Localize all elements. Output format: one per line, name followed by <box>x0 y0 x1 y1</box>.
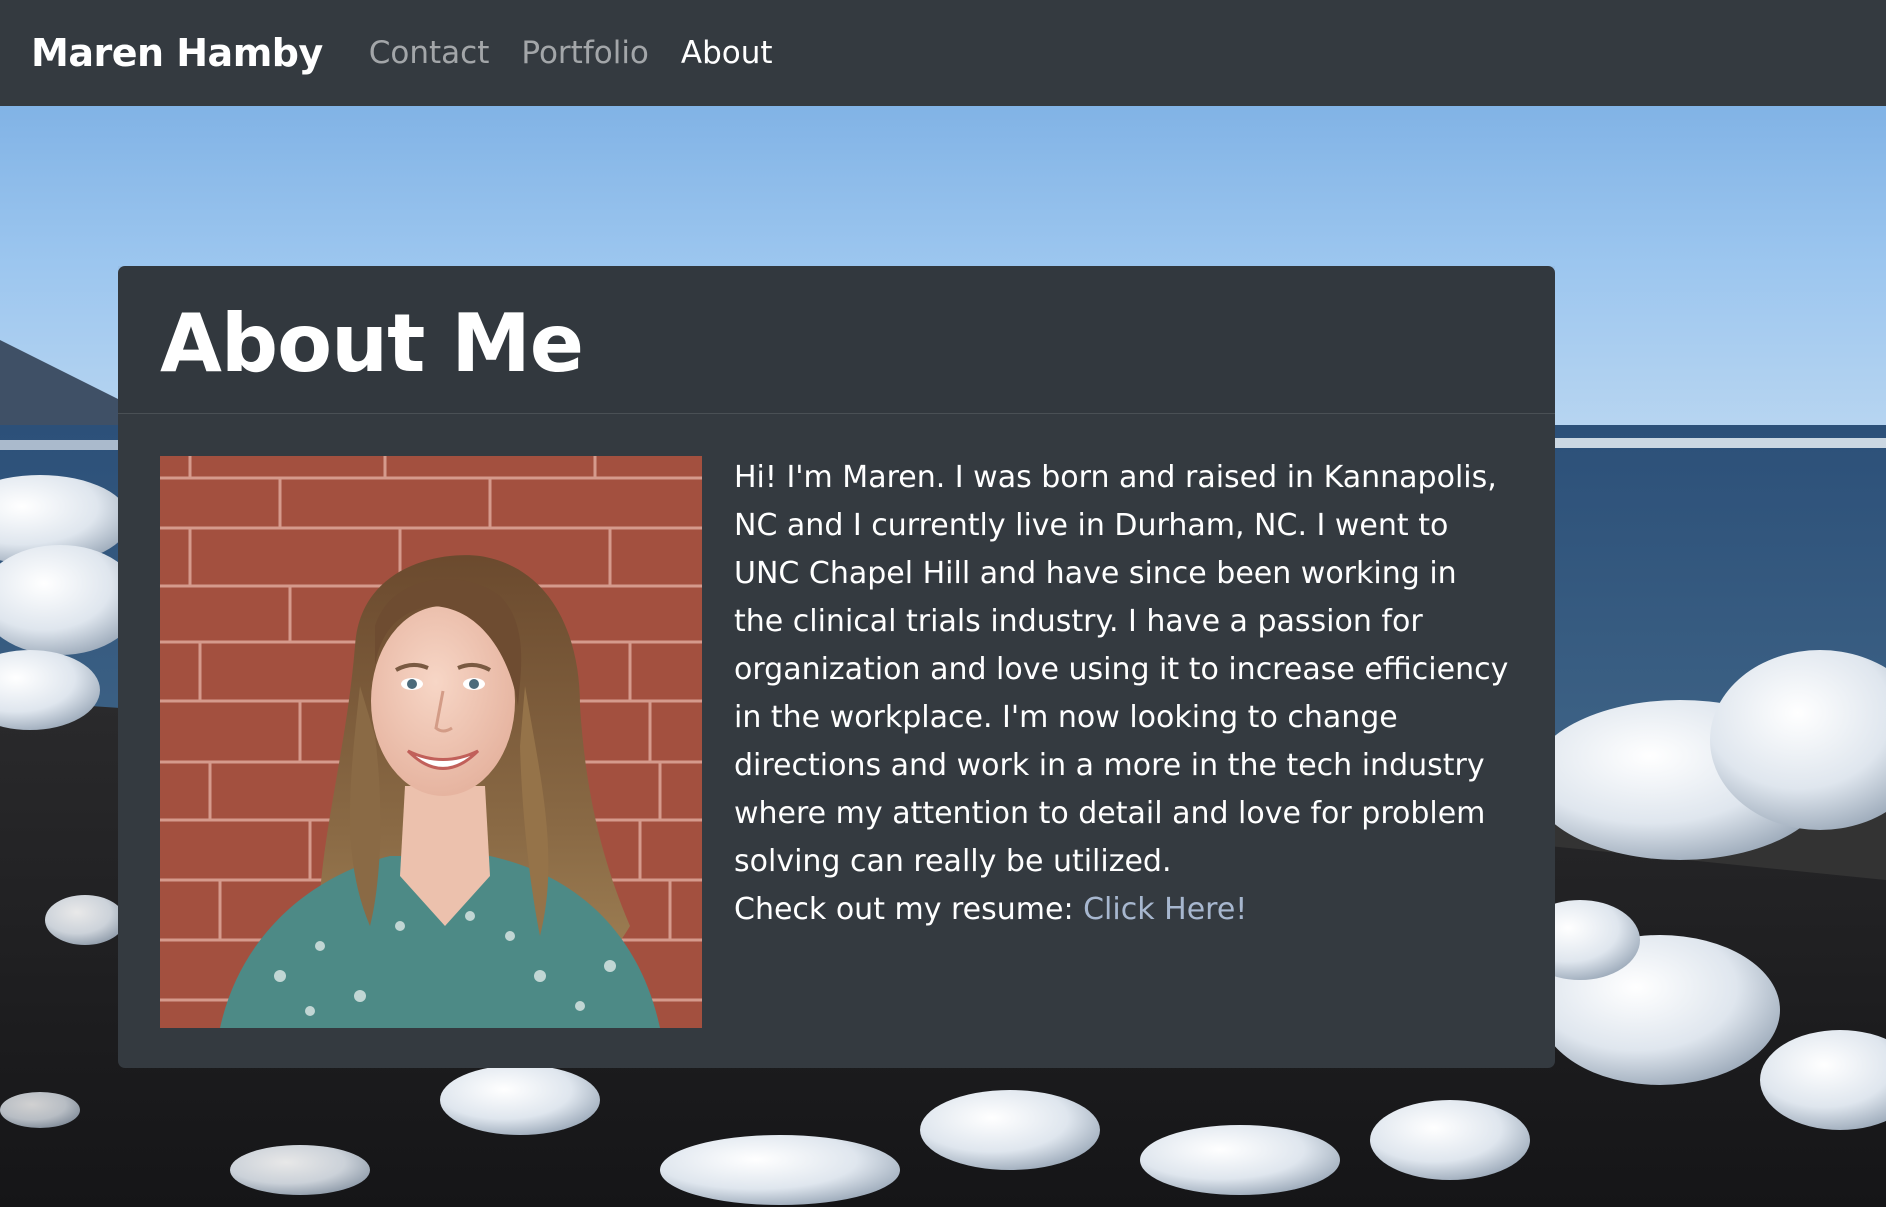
bio-paragraph: Hi! I'm Maren. I was born and raised in … <box>734 460 1509 879</box>
page-title: About Me <box>160 296 584 390</box>
about-card: About Me Hi! I'm Maren. I was born and r… <box>118 266 1555 1068</box>
nav-links: Contact Portfolio About <box>369 35 805 71</box>
nav-link-contact[interactable]: Contact <box>369 35 490 71</box>
nav-link-about[interactable]: About <box>681 35 773 71</box>
nav-link-portfolio[interactable]: Portfolio <box>521 35 649 71</box>
resume-line: Check out my resume: Click Here! <box>734 886 1513 934</box>
card-header: About Me <box>118 266 1555 414</box>
portrait-image <box>160 456 702 1028</box>
card-body: Hi! I'm Maren. I was born and raised in … <box>118 414 1555 1070</box>
bio-text: Hi! I'm Maren. I was born and raised in … <box>734 454 1513 934</box>
resume-link[interactable]: Click Here! <box>1083 892 1247 927</box>
top-navbar: Maren Hamby Contact Portfolio About <box>0 0 1886 106</box>
resume-label: Check out my resume: <box>734 892 1084 927</box>
brand-link[interactable]: Maren Hamby <box>31 31 323 75</box>
